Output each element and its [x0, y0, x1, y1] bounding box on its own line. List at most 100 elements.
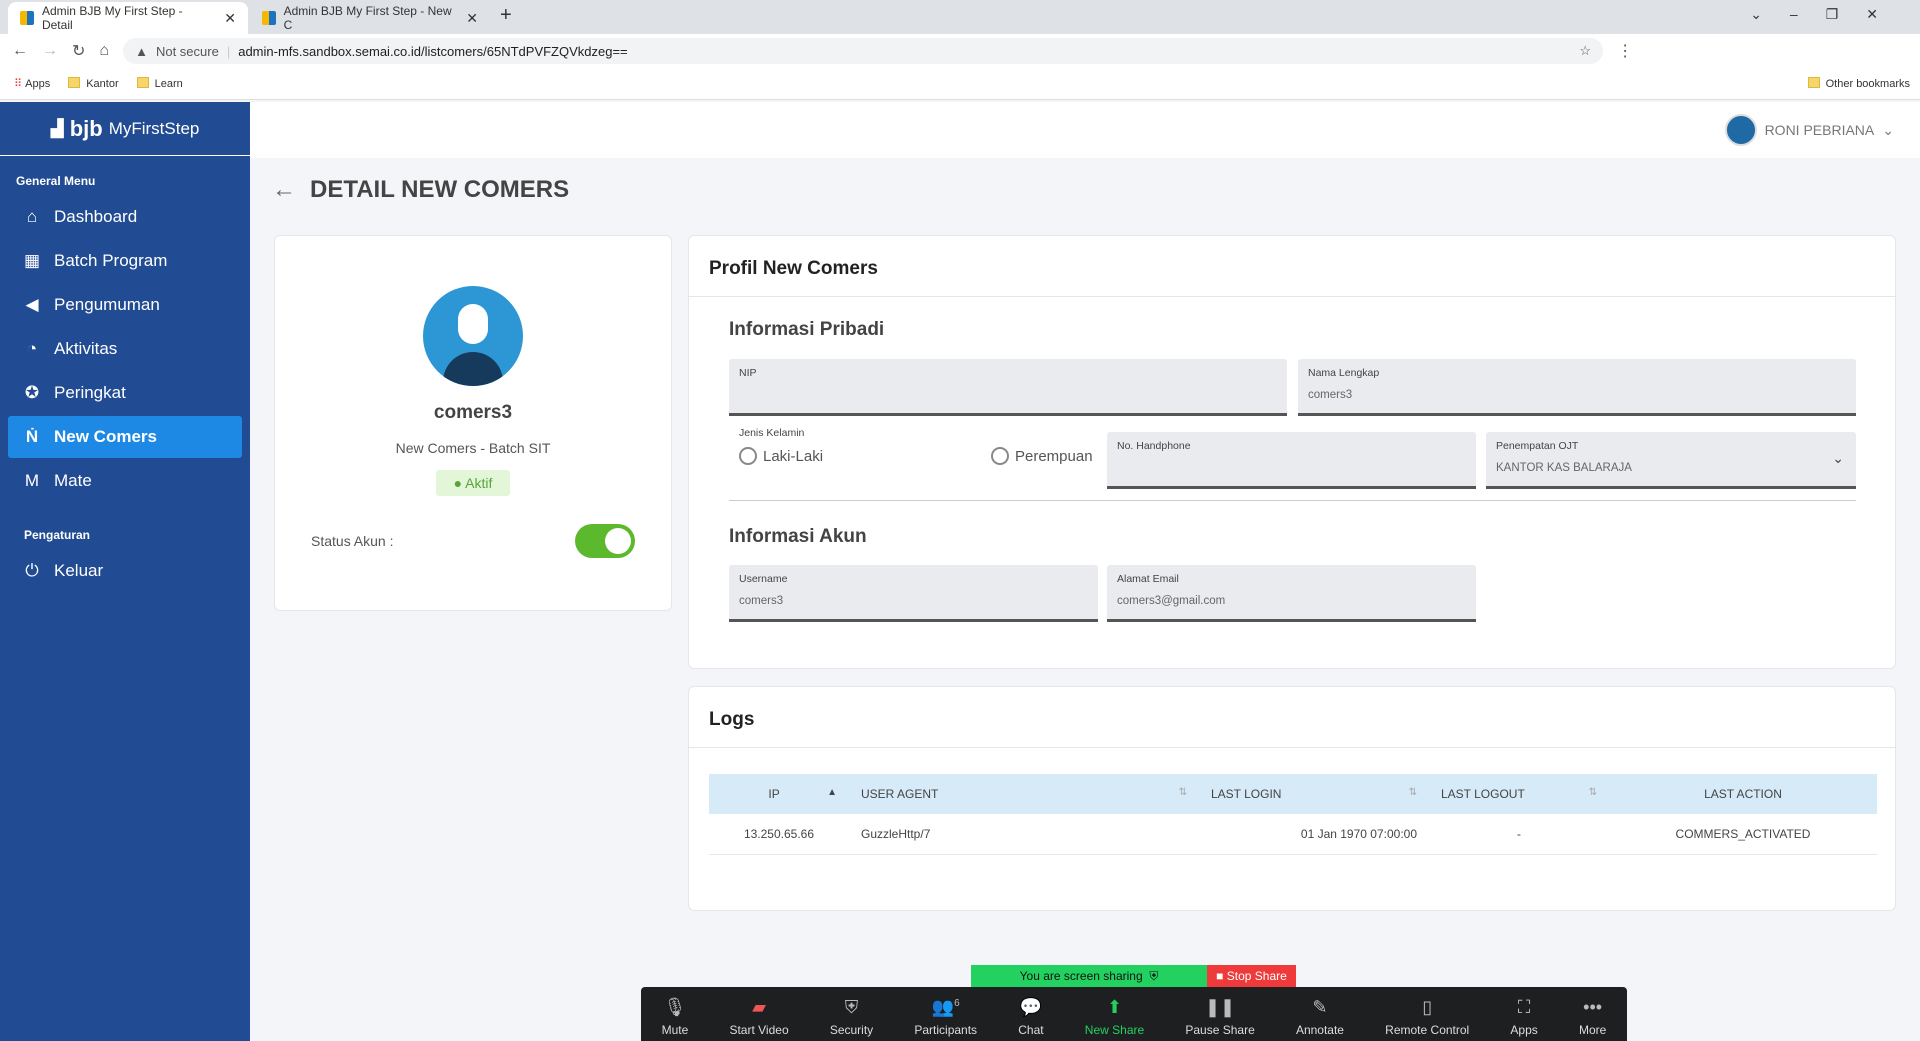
logo[interactable]: ▟ bjb MyFirstStep	[0, 102, 250, 156]
profile-summary-card: comers3 New Comers - Batch SIT ● Aktif S…	[274, 235, 672, 611]
shield-icon: ⛨	[1149, 968, 1159, 983]
divider	[729, 500, 1856, 501]
nip-field[interactable]: NIP	[729, 359, 1287, 416]
bookmark-apps[interactable]: ⠿ Apps	[14, 77, 50, 90]
bookmarks-bar: ⠿ Apps Kantor Learn Other bookmarks	[0, 68, 1920, 100]
user-menu[interactable]: RONI PEBRIANA ⌄	[1724, 114, 1894, 146]
home-icon: ⌂	[26, 207, 38, 226]
address-bar: ← → ↻ ⌂ ▲ Not secure | admin-mfs.sandbox.semai…	[0, 34, 1920, 68]
username-field[interactable]: Username comers3	[729, 565, 1098, 622]
tab-bar: Admin BJB My First Step - Detail ✕ Admin …	[0, 0, 1920, 34]
share-icon: ⬆	[1106, 997, 1123, 1017]
url-bar[interactable]: ▲ Not secure | admin-mfs.sandbox.semai.co.i…	[123, 38, 1604, 64]
sidebar: ▟ bjb MyFirstStep General Menu ⌂ Dashboard …	[0, 102, 250, 1041]
sidebar-item-mate[interactable]: M Mate	[8, 460, 242, 502]
status-akun-toggle[interactable]	[575, 524, 635, 558]
tab-new-comers[interactable]: Admin BJB My First Step - New C ✕	[250, 2, 490, 34]
new-share-button[interactable]: ⬆ New Share	[1085, 997, 1144, 1037]
participants-icon: 👥6	[931, 997, 960, 1017]
sort-icon: ⇅	[1408, 787, 1417, 798]
table-row: 13.250.65.66 GuzzleHttp/7 01 Jan 1970 07…	[709, 814, 1877, 855]
radio-perempuan[interactable]: Perempuan	[991, 447, 1093, 465]
sidebar-item-dashboard[interactable]: ⌂ Dashboard	[8, 196, 242, 238]
close-tab-icon[interactable]: ✕	[466, 10, 478, 27]
chevron-down-icon: ⌄	[1882, 121, 1894, 138]
stop-share-button[interactable]: ■ Stop Share	[1207, 965, 1296, 987]
column-last-logout[interactable]: LAST LOGOUT ⇅	[1429, 774, 1609, 814]
sharing-status: You are screen sharing ⛨	[971, 965, 1207, 987]
newcomers-icon: Ṅ	[25, 427, 39, 446]
column-last-login[interactable]: LAST LOGIN ⇅	[1199, 774, 1429, 814]
mute-button[interactable]: 🎙 Mute	[662, 997, 689, 1037]
screen-share-banner: You are screen sharing ⛨ ■ Stop Share	[971, 965, 1296, 987]
close-tab-icon[interactable]: ✕	[224, 10, 236, 27]
logs-table: IP ▲ USER AGENT ⇅ LAST LOGIN ⇅ LAST LOGOUT ⇅…	[709, 774, 1877, 855]
apps-grid-icon: ⠿	[14, 78, 26, 90]
logs-card: Logs IP ▲ USER AGENT ⇅ LAST LOGIN ⇅ LAST LO…	[688, 686, 1896, 911]
zoom-toolbar: 🎙 Mute ▰ Start Video ⛨ Security 👥6 Participa…	[641, 987, 1627, 1041]
profile-name: comers3	[433, 402, 513, 423]
shield-icon: ⛨	[844, 997, 859, 1017]
forward-icon[interactable]: →	[42, 42, 58, 60]
window-controls[interactable]: ⌄–❐✕	[1750, 6, 1906, 23]
folder-icon	[1807, 77, 1820, 88]
folder-icon	[136, 77, 149, 88]
start-video-button[interactable]: ▰ Start Video	[729, 997, 788, 1037]
sidebar-item-keluar[interactable]: ⏻ Keluar	[8, 550, 242, 592]
column-last-action[interactable]: LAST ACTION	[1609, 774, 1877, 814]
radio-laki-laki[interactable]: Laki-Laki	[739, 447, 823, 465]
sidebar-item-batch-program[interactable]: ▦ Batch Program	[8, 240, 242, 282]
no-handphone-field[interactable]: No. Handphone	[1107, 432, 1476, 489]
video-off-icon: ▰	[752, 997, 766, 1017]
extensions-icon[interactable]: ⋮	[1617, 41, 1633, 61]
column-user-agent[interactable]: USER AGENT ⇅	[849, 774, 1199, 814]
pause-icon: ❚❚	[1204, 997, 1236, 1017]
tab-title: Admin BJB My First Step - Detail	[41, 4, 183, 32]
email-field[interactable]: Alamat Email comers3@gmail.com	[1107, 565, 1476, 622]
sort-icon: ⇅	[1588, 787, 1597, 798]
more-button[interactable]: ••• More	[1579, 997, 1606, 1037]
sort-icon: ▲	[827, 787, 837, 798]
back-arrow-icon[interactable]: ←	[272, 176, 296, 204]
security-button[interactable]: ⛨ Security	[830, 997, 873, 1037]
back-icon[interactable]: ←	[12, 42, 28, 60]
remote-control-button[interactable]: ▯ Remote Control	[1385, 997, 1469, 1037]
megaphone-icon: ◀	[25, 295, 39, 314]
profile-card-title: Profil New Comers	[689, 236, 1895, 297]
pause-share-button[interactable]: ❚❚ Pause Share	[1185, 997, 1254, 1037]
award-icon: ✪	[24, 383, 40, 402]
participants-button[interactable]: 👥6 Participants	[914, 997, 977, 1037]
apps-icon: ⛶	[1517, 997, 1531, 1017]
page-title: ← DETAIL NEW COMERS	[272, 176, 570, 204]
sidebar-item-new-comers[interactable]: Ṅ New Comers	[8, 416, 242, 458]
radio-icon	[991, 447, 1009, 465]
profile-card: Profil New Comers Informasi Pribadi NIP …	[688, 235, 1896, 669]
other-bookmarks[interactable]: Other bookmarks	[1807, 77, 1910, 90]
warning-icon: ▲	[135, 43, 148, 59]
home-icon[interactable]: ⌂	[99, 42, 109, 60]
mouse-icon: ▯	[1422, 997, 1433, 1017]
profile-subtitle: New Comers - Batch SIT	[395, 440, 551, 456]
chat-button[interactable]: 💬 Chat	[1018, 997, 1043, 1037]
url-text: admin-mfs.sandbox.semai.co.id/listcomers…	[238, 43, 628, 59]
bookmark-kantor[interactable]: Kantor	[68, 77, 119, 90]
sidebar-item-pengumuman[interactable]: ◀ Pengumuman	[8, 284, 242, 326]
apps-button[interactable]: ⛶ Apps	[1510, 997, 1537, 1037]
nama-lengkap-field[interactable]: Nama Lengkap comers3	[1298, 359, 1856, 416]
tab-detail[interactable]: Admin BJB My First Step - Detail ✕	[8, 2, 248, 34]
reload-icon[interactable]: ↻	[72, 41, 85, 61]
sidebar-item-aktivitas[interactable]: ◔ Aktivitas	[8, 328, 242, 370]
status-akun-label: Status Akun :	[311, 533, 394, 549]
new-tab-button[interactable]: +	[500, 4, 512, 27]
chevron-down-icon: ⌄	[1832, 450, 1844, 466]
activity-icon: ◔	[26, 339, 38, 358]
avatar	[1724, 114, 1757, 146]
favicon-icon	[20, 11, 34, 25]
penempatan-ojt-select[interactable]: Penempatan OJT KANTOR KAS BALARAJA ⌄	[1486, 432, 1856, 489]
star-icon[interactable]: ☆	[1579, 43, 1591, 59]
sidebar-item-peringkat[interactable]: ✪ Peringkat	[8, 372, 242, 414]
bookmark-learn[interactable]: Learn	[136, 77, 183, 90]
power-icon: ⏻	[25, 561, 39, 580]
column-ip[interactable]: IP ▲	[709, 774, 849, 814]
annotate-button[interactable]: ✎ Annotate	[1296, 997, 1344, 1037]
